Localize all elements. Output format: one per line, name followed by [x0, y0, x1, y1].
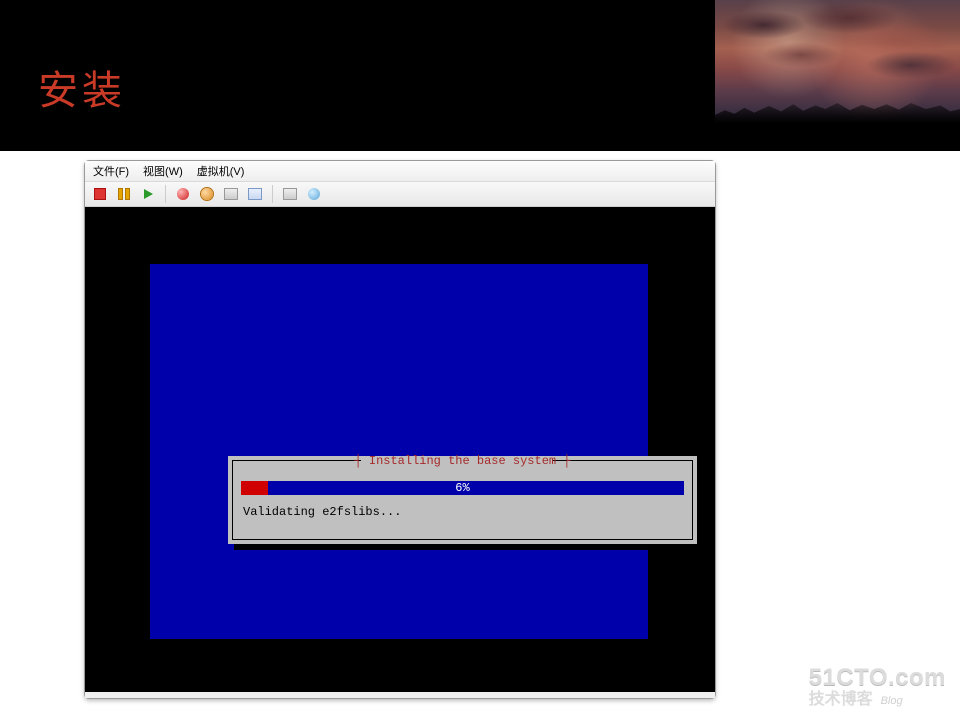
menu-file[interactable]: 文件(F): [93, 163, 129, 179]
menu-view[interactable]: 视图(W): [143, 163, 183, 179]
progress-bar-label: 6%: [241, 481, 684, 495]
header-banner: 安装: [0, 0, 960, 151]
installer-status-text: Validating e2fslibs...: [243, 505, 401, 519]
poweroff-button[interactable]: [174, 185, 192, 203]
progress-bar: 6%: [241, 481, 684, 495]
watermark-line1: 51CTO.com: [809, 666, 946, 690]
menu-virtual-machine[interactable]: 虚拟机(V): [197, 163, 245, 179]
pause-button[interactable]: [115, 185, 133, 203]
installer-background: ┤ Installing the base system ├ 6% Valida…: [150, 264, 648, 639]
fullscreen-icon: [248, 188, 262, 200]
vm-window-chin: [85, 692, 715, 698]
snapshot-icon: [201, 188, 213, 200]
installer-title: ┤ Installing the base system ├: [233, 454, 692, 468]
settings-icon: [224, 188, 238, 200]
watermark: 51CTO.com 技术博客 Blog: [809, 666, 946, 708]
unity-icon: [283, 188, 297, 200]
installer-dialog-frame: ┤ Installing the base system ├ 6% Valida…: [232, 460, 693, 540]
poweroff-icon: [177, 188, 189, 200]
pause-icon: [118, 188, 130, 200]
page-title: 安装: [38, 58, 126, 116]
disc-button[interactable]: [305, 185, 323, 203]
unity-button[interactable]: [281, 185, 299, 203]
watermark-line2-main: 技术博客: [809, 692, 873, 708]
snapshot-button[interactable]: [198, 185, 216, 203]
play-button[interactable]: [139, 185, 157, 203]
toolbar: [85, 182, 715, 207]
banner-sky-image: [715, 0, 960, 151]
stop-button[interactable]: [91, 185, 109, 203]
guest-screen: ┤ Installing the base system ├ 6% Valida…: [85, 207, 715, 692]
installer-dialog: ┤ Installing the base system ├ 6% Valida…: [228, 456, 697, 544]
fullscreen-button[interactable]: [246, 185, 264, 203]
stop-icon: [94, 188, 106, 200]
vm-window: 文件(F) 视图(W) 虚拟机(V): [84, 160, 716, 699]
toolbar-separator: [272, 185, 273, 203]
play-icon: [144, 189, 153, 199]
watermark-line2-sub: Blog: [881, 696, 903, 707]
toolbar-separator: [165, 185, 166, 203]
settings-button[interactable]: [222, 185, 240, 203]
disc-icon: [308, 188, 320, 200]
menubar: 文件(F) 视图(W) 虚拟机(V): [85, 161, 715, 182]
